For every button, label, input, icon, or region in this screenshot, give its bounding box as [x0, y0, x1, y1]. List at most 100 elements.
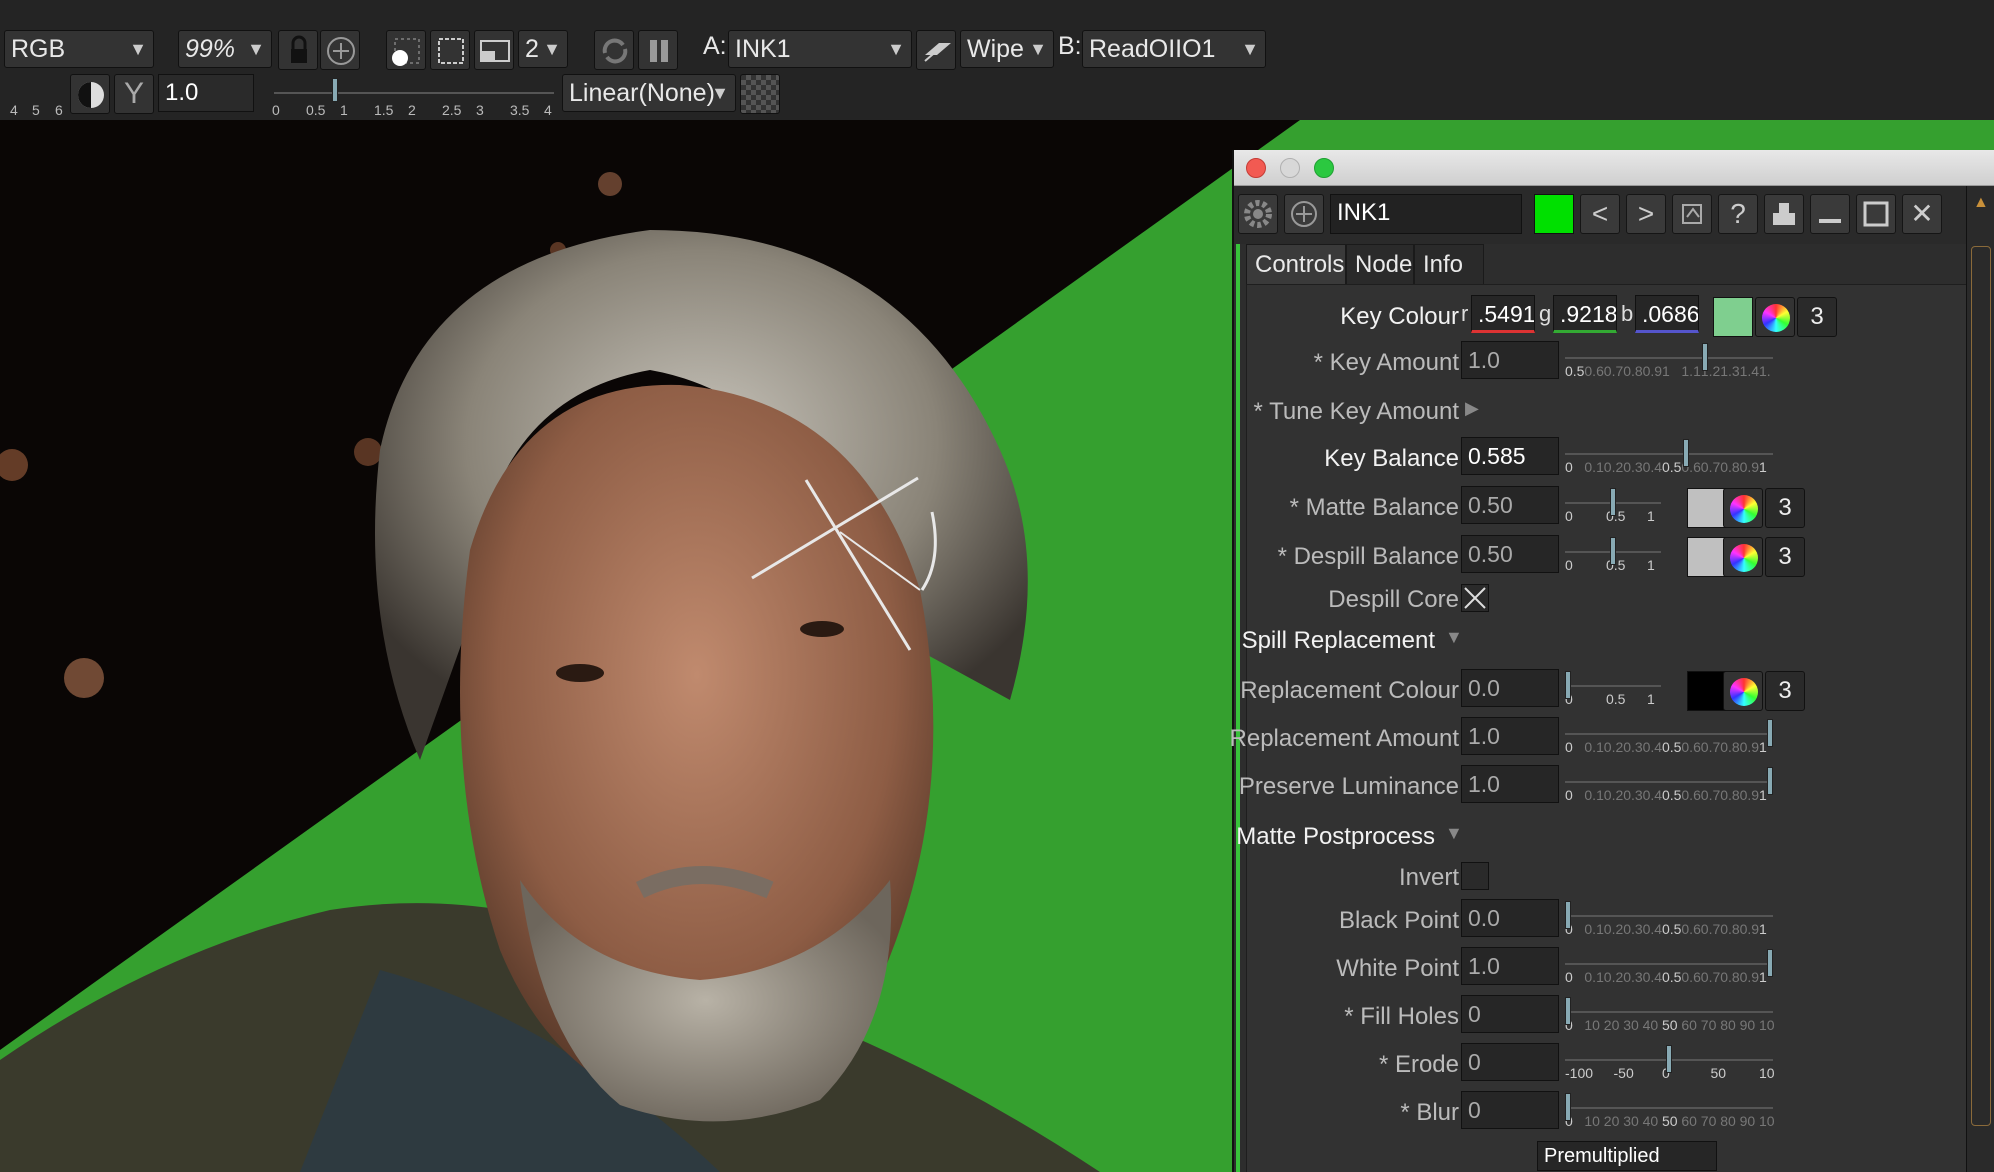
slider-handle[interactable]	[1767, 949, 1773, 977]
tab-controls[interactable]: Controls	[1246, 244, 1346, 284]
redo-button[interactable]: >	[1626, 194, 1666, 234]
knob-slider[interactable]: 0 0.5 1	[1565, 669, 1661, 709]
knob-value-input[interactable]: 0	[1461, 1091, 1559, 1129]
slider-handle[interactable]	[1610, 488, 1616, 516]
tab-node[interactable]: Node	[1346, 244, 1414, 284]
knob-color-swatch[interactable]	[1687, 537, 1727, 577]
undo-button[interactable]: <	[1580, 194, 1620, 234]
minimize-window-icon[interactable]	[1280, 158, 1300, 178]
channel-count-button[interactable]: 3	[1797, 297, 1837, 337]
maximize-window-icon[interactable]	[1314, 158, 1334, 178]
knob-value-input[interactable]: 0.0	[1461, 899, 1559, 937]
roi-button[interactable]	[320, 30, 360, 70]
region-button[interactable]	[430, 30, 470, 70]
revert-button[interactable]	[1672, 194, 1712, 234]
disclosure-arrow-icon[interactable]: ▶	[1465, 398, 1479, 419]
checkerboard-toggle[interactable]	[740, 74, 780, 114]
knob-slider[interactable]: 0 10 20 30 40 50 60 70 80 90 10	[1565, 1091, 1775, 1131]
knob-value-input[interactable]: 1.0	[1461, 341, 1559, 379]
slider-handle[interactable]	[1565, 901, 1571, 929]
node-color-swatch[interactable]	[1534, 194, 1574, 234]
knob-value-input[interactable]: 0.50	[1461, 486, 1559, 524]
key-colour-swatch[interactable]	[1713, 297, 1753, 337]
slider-handle[interactable]	[1702, 343, 1709, 371]
key-colour-g-input[interactable]: .9218	[1553, 295, 1617, 333]
knob-slider[interactable]: 0 0.1 0.2 0.3 0.4 0.5 0.6 0.7 0.8 0.9 1	[1565, 765, 1773, 805]
knob-value-input[interactable]: 1.0	[1461, 765, 1559, 803]
float-button[interactable]	[1764, 194, 1804, 234]
knob-value-input[interactable]: 1.0	[1461, 717, 1559, 755]
knob-slider[interactable]: 0 0.5 1	[1565, 486, 1661, 526]
lut-dropdown[interactable]: Linear(None) ▼	[562, 74, 736, 112]
close-window-icon[interactable]	[1246, 158, 1266, 178]
knob-slider[interactable]: 0 0.1 0.2 0.3 0.4 0.5 0.6 0.7 0.8 0.9 1	[1565, 717, 1773, 757]
channel-count-button[interactable]: 3	[1765, 488, 1805, 528]
channel-count-button[interactable]: 3	[1765, 671, 1805, 711]
slider-handle[interactable]	[1565, 997, 1571, 1025]
proxy-dropdown[interactable]: 2 ▼	[518, 30, 568, 68]
collapse-button[interactable]	[1810, 194, 1850, 234]
tab-info[interactable]: Info	[1414, 244, 1484, 284]
slider-handle[interactable]	[1565, 1093, 1571, 1121]
section-collapse-icon[interactable]: ▼	[1445, 627, 1463, 648]
knob-value-input[interactable]: 1.0	[1461, 947, 1559, 985]
slider-handle[interactable]	[1767, 767, 1773, 795]
channel-count-button[interactable]: 3	[1765, 537, 1805, 577]
knob-checkbox[interactable]	[1461, 584, 1489, 612]
knob-slider[interactable]: 0 10 20 30 40 50 60 70 80 90 10	[1565, 995, 1775, 1035]
knob-value-input[interactable]: 0.585	[1461, 437, 1559, 475]
knob-color-swatch[interactable]	[1687, 488, 1727, 528]
knob-slider[interactable]: 0 0.1 0.2 0.3 0.4 0.5 0.6 0.7 0.8 0.9 1	[1565, 437, 1773, 477]
panel-titlebar[interactable]	[1234, 150, 1994, 186]
lock-button[interactable]	[278, 30, 318, 70]
gamma-input[interactable]: 1.0	[158, 74, 254, 112]
input-b-dropdown[interactable]: ReadOIIO1 ▼	[1082, 30, 1266, 68]
knob-value-input[interactable]: 0.0	[1461, 669, 1559, 707]
slider-handle[interactable]	[1767, 719, 1773, 747]
layout-button[interactable]	[474, 30, 514, 70]
knob-value-input[interactable]: 0.50	[1461, 535, 1559, 573]
input-a-dropdown[interactable]: INK1 ▼	[728, 30, 912, 68]
scroll-thumb[interactable]	[1971, 246, 1991, 1126]
pick-button[interactable]	[386, 30, 426, 70]
color-picker-button[interactable]	[1723, 671, 1763, 711]
swap-button[interactable]	[916, 30, 956, 70]
refresh-button[interactable]	[594, 30, 634, 70]
channels-dropdown[interactable]: RGB ▼	[4, 30, 154, 68]
node-name-input[interactable]: INK1	[1330, 194, 1522, 234]
gamma-toggle[interactable]: Y	[114, 74, 154, 114]
pause-button[interactable]	[638, 30, 678, 70]
color-picker-button[interactable]	[1755, 297, 1795, 337]
knob-value-input[interactable]: 0	[1461, 1043, 1559, 1081]
knob-slider[interactable]: -100 -50 0 50 10	[1565, 1043, 1775, 1083]
knob-checkbox[interactable]	[1461, 862, 1489, 890]
maximize-button[interactable]	[1856, 194, 1896, 234]
color-picker-button[interactable]	[1723, 537, 1763, 577]
slider-handle[interactable]	[1610, 537, 1616, 565]
panel-scrollbar[interactable]: ▲	[1966, 186, 1994, 1172]
add-knob-button[interactable]	[1284, 194, 1324, 234]
clipping-toggle[interactable]	[70, 74, 110, 114]
slider-handle[interactable]	[332, 78, 338, 102]
slider-handle[interactable]	[1683, 439, 1690, 467]
lock-icon	[291, 35, 307, 63]
output-mode-dropdown[interactable]: Premultiplied	[1537, 1141, 1717, 1171]
color-picker-button[interactable]	[1723, 488, 1763, 528]
slider-handle[interactable]	[1666, 1045, 1672, 1073]
section-collapse-icon[interactable]: ▼	[1445, 823, 1463, 844]
scroll-up-icon[interactable]: ▲	[1973, 194, 1989, 212]
knob-slider[interactable]: 0 0.1 0.2 0.3 0.4 0.5 0.6 0.7 0.8 0.9 1	[1565, 899, 1773, 939]
knob-value-input[interactable]: 0	[1461, 995, 1559, 1033]
knob-slider[interactable]: 0 0.1 0.2 0.3 0.4 0.5 0.6 0.7 0.8 0.9 1	[1565, 947, 1773, 987]
knob-slider[interactable]: 0 0.5 1	[1565, 535, 1661, 575]
compare-dropdown[interactable]: Wipe ▼	[960, 30, 1054, 68]
slider-handle[interactable]	[1565, 671, 1571, 699]
settings-button[interactable]	[1238, 194, 1278, 234]
close-panel-button[interactable]: ✕	[1902, 194, 1942, 234]
key-colour-r-input[interactable]: .5491	[1471, 295, 1535, 333]
knob-color-swatch[interactable]	[1687, 671, 1727, 711]
knob-slider[interactable]: 0.5 0.6 0.7 0.8 0.9 1 1.1 1.2 1.3 1.4 1.	[1565, 341, 1773, 381]
help-button[interactable]: ?	[1718, 194, 1758, 234]
key-colour-b-input[interactable]: .0686	[1635, 295, 1699, 333]
zoom-dropdown[interactable]: 99% ▼	[178, 30, 272, 68]
